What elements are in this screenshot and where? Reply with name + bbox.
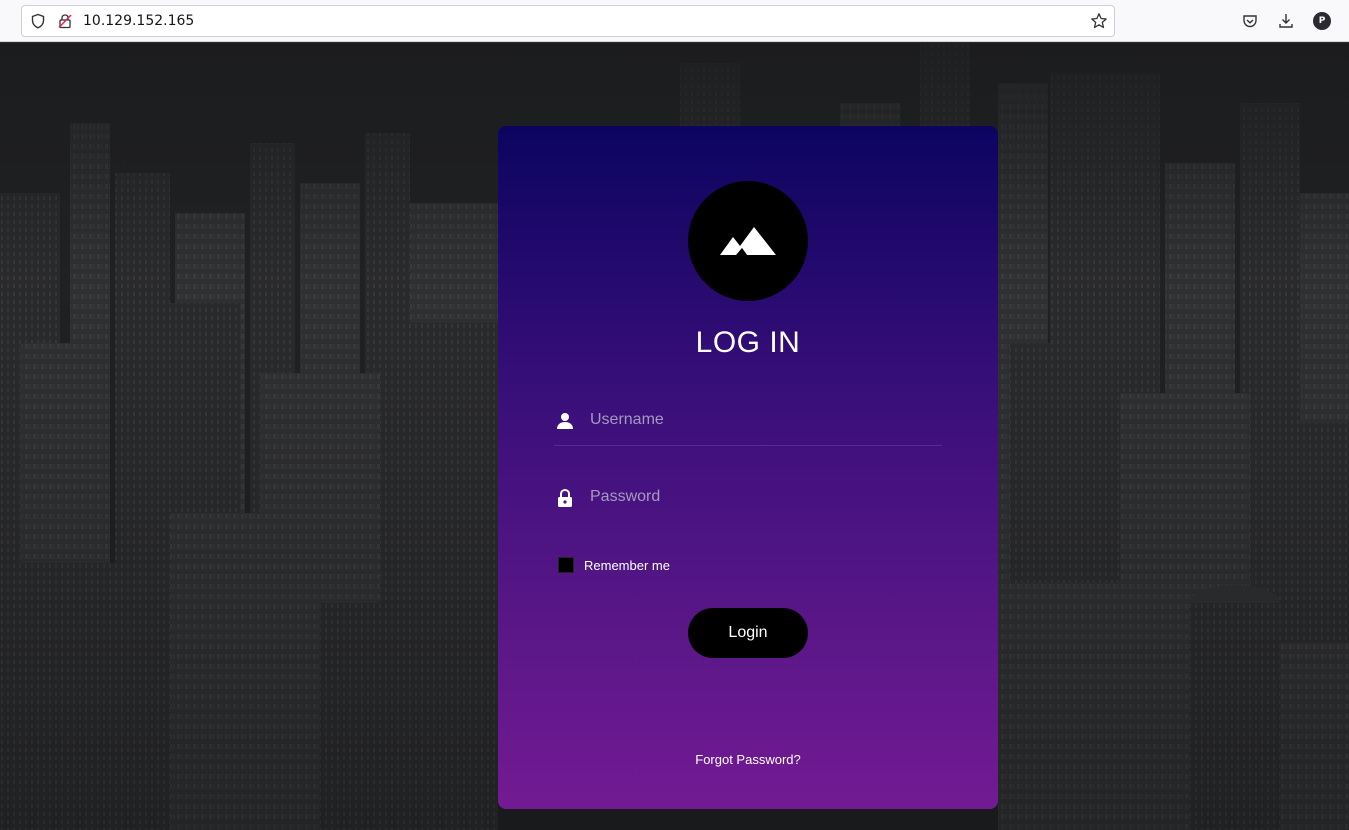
lock-icon: [558, 489, 572, 507]
bookmark-star-icon[interactable]: [1090, 12, 1108, 30]
username-input[interactable]: [590, 406, 930, 434]
pocket-icon[interactable]: [1241, 12, 1259, 30]
password-input[interactable]: [590, 483, 930, 511]
login-card: LOG IN Remember me Login Forgot Password…: [498, 126, 998, 809]
remember-label[interactable]: Remember me: [584, 558, 670, 573]
shield-icon[interactable]: [30, 13, 46, 29]
username-field[interactable]: [554, 400, 942, 446]
remember-checkbox[interactable]: [558, 557, 574, 573]
url-text[interactable]: 10.129.152.165: [83, 13, 194, 29]
password-field[interactable]: [554, 477, 942, 523]
login-button[interactable]: Login: [688, 608, 808, 658]
account-icon[interactable]: P: [1313, 12, 1331, 30]
forgot-password-link[interactable]: Forgot Password?: [498, 752, 998, 767]
user-icon: [557, 413, 573, 429]
browser-toolbar: 10.129.152.165 P: [0, 0, 1349, 42]
logo-avatar: [688, 181, 808, 301]
login-title: LOG IN: [695, 326, 801, 359]
insecure-lock-icon[interactable]: [57, 13, 73, 29]
address-bar[interactable]: 10.129.152.165: [21, 5, 1115, 37]
download-icon[interactable]: [1277, 12, 1295, 30]
mountain-icon: [720, 227, 776, 255]
